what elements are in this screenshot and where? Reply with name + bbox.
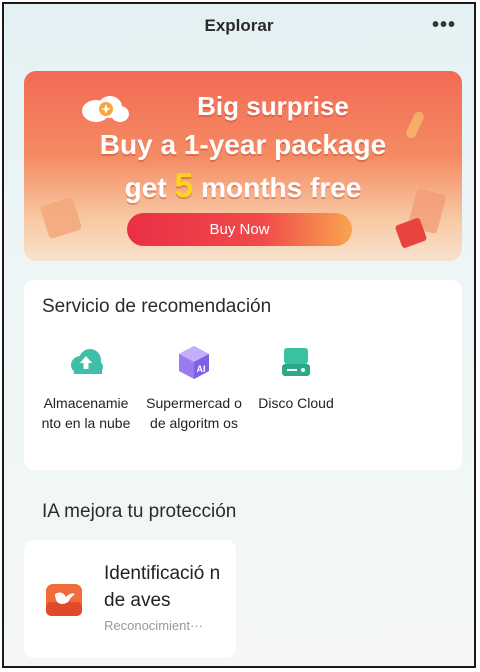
rec-item-cloud-storage[interactable]: Almacenamie nto en la nube <box>36 344 136 433</box>
bird-card-subtitle: Reconocimient··· <box>104 618 203 633</box>
recommendation-title: Servicio de recomendación <box>42 296 272 317</box>
ai-cube-icon: AI <box>179 346 209 379</box>
banner-free-months-line: get 5 months free <box>24 167 462 206</box>
cloud-disk-icon <box>282 348 310 376</box>
rec-item-algorithm-market[interactable]: AI Supermercad o de algoritm os <box>144 344 244 433</box>
banner-line3-prefix: get <box>124 172 175 203</box>
rec-item-cloud-disk[interactable]: Disco Cloud <box>246 344 346 413</box>
banner-headline: Big surprise <box>197 91 349 121</box>
ia-section-title: IA mejora tu protección <box>42 501 237 522</box>
buy-now-button[interactable]: Buy Now <box>127 213 352 246</box>
banner-line3-suffix: months free <box>193 172 362 203</box>
bird-identification-card[interactable]: Identificació n de aves Reconocimient··· <box>24 540 236 658</box>
recommendation-card: Servicio de recomendación Almacenamie nt… <box>24 280 462 470</box>
explore-screen: Explorar ••• Big surprise Buy a 1-year p… <box>2 2 476 668</box>
page-title: Explorar <box>204 16 274 35</box>
header: Explorar ••• <box>4 4 474 48</box>
bird-icon <box>46 584 82 616</box>
banner-offer-line: Buy a 1-year package <box>99 129 387 160</box>
rec-item-label: Almacenamie nto en la nube <box>41 395 131 431</box>
banner-months-number: 5 <box>174 167 194 205</box>
rec-item-label: Supermercad o de algoritm os <box>146 395 242 431</box>
bird-card-title: Identificació n de aves <box>104 563 221 611</box>
rec-item-label: Disco Cloud <box>258 395 334 411</box>
svg-text:AI: AI <box>197 364 206 374</box>
cloud-upload-icon <box>71 349 103 374</box>
more-icon[interactable]: ••• <box>432 14 456 37</box>
promo-banner[interactable]: Big surprise Buy a 1-year package get 5 … <box>24 71 462 261</box>
